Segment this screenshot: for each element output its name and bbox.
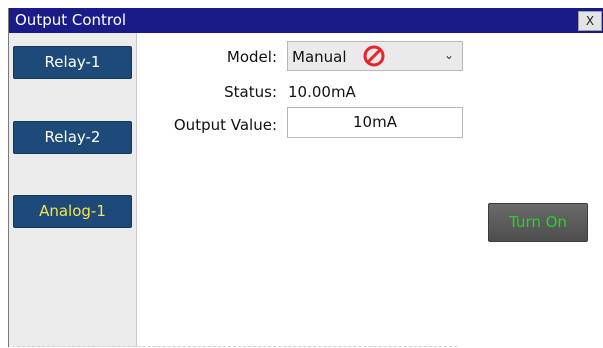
close-button[interactable]: X xyxy=(578,11,602,31)
window-title: Output Control xyxy=(15,11,127,29)
sidebar: Relay-1 Relay-2 Analog-1 xyxy=(9,33,136,347)
sidebar-item-analog-1[interactable]: Analog-1 xyxy=(13,195,132,228)
model-label: Model: xyxy=(226,48,277,66)
output-settings-panel: Model: Manual ⌄ Status: 10.00mA Output V… xyxy=(136,33,603,347)
output-value-label: Output Value: xyxy=(173,116,277,134)
output-control-window: Output Control X Relay-1 Relay-2 Analog-… xyxy=(8,8,603,347)
model-value: Manual xyxy=(292,48,347,66)
status-label: Status: xyxy=(224,83,277,101)
status-value: 10.00mA xyxy=(288,83,356,101)
model-select[interactable]: Manual ⌄ xyxy=(287,41,463,71)
sidebar-item-relay-2[interactable]: Relay-2 xyxy=(13,121,132,154)
output-value-field[interactable]: 10mA xyxy=(287,107,463,138)
sidebar-item-relay-1[interactable]: Relay-1 xyxy=(13,46,132,79)
no-entry-icon xyxy=(363,45,385,67)
turn-on-button[interactable]: Turn On xyxy=(488,203,588,242)
title-bar: Output Control X xyxy=(9,8,603,33)
chevron-down-icon[interactable]: ⌄ xyxy=(444,48,454,62)
